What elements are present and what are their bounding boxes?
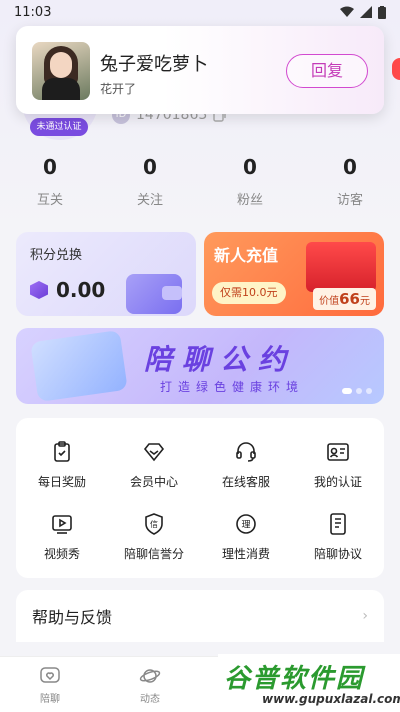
verification-badge: 未通过认证: [30, 118, 88, 136]
heart-chat-icon: [39, 665, 61, 687]
stat-value: 0: [43, 155, 57, 179]
signal-icon: [360, 6, 372, 18]
chat-convention-banner[interactable]: 陪聊公约 打造绿色健康环境: [16, 328, 384, 404]
wallet-clasp: [162, 286, 182, 300]
help-feedback-item[interactable]: 帮助与反馈 ›: [16, 590, 384, 642]
grid-item-daily-reward[interactable]: 每日奖励: [16, 428, 108, 500]
banner-illustration: [30, 330, 128, 402]
recharge-value-tag: 价值66元: [313, 288, 376, 310]
banner-subtitle: 打造绿色健康环境: [160, 380, 305, 394]
points-card-title: 积分兑换: [30, 248, 83, 263]
id-card-icon: [325, 439, 351, 465]
notification-edge-badge: [392, 58, 400, 80]
watermark-title: 谷普软件园: [224, 664, 365, 694]
stat-label: 访客: [336, 193, 363, 208]
grid-item-label: 我的认证: [313, 474, 362, 489]
diamond-icon: [141, 439, 167, 465]
tab-chat[interactable]: 陪聊: [0, 657, 100, 712]
grid-item-my-verification[interactable]: 我的认证: [292, 428, 384, 500]
grid-item-label: 会员中心: [129, 474, 178, 489]
grid-item-label: 陪聊信誉分: [123, 546, 184, 561]
chevron-right-icon: ›: [362, 608, 368, 624]
coin-icon: 理: [233, 511, 259, 537]
points-exchange-card[interactable]: 积分兑换 0.00: [16, 232, 196, 316]
status-icons: [340, 5, 386, 19]
sender-avatar: [32, 42, 90, 100]
help-feedback-label: 帮助与反馈: [32, 608, 113, 627]
notification-message: 花开了: [100, 82, 137, 96]
grid-item-chat-agreement[interactable]: 陪聊协议: [292, 500, 384, 572]
recharge-price: 仅需10.0元: [212, 282, 286, 304]
headset-icon: [233, 439, 259, 465]
gem-icon: [30, 281, 48, 299]
stat-label: 互关: [36, 193, 63, 208]
stat-mutual[interactable]: 0 互关: [0, 155, 100, 208]
tab-label: 陪聊: [40, 693, 60, 705]
pagination-dot: [356, 388, 362, 394]
wifi-icon: [340, 6, 354, 17]
avatar-face: [50, 52, 72, 78]
tab-label: 动态: [140, 693, 160, 705]
banner-title: 陪聊公约: [144, 343, 297, 376]
stat-value: 0: [143, 155, 157, 179]
reply-button[interactable]: 回复: [286, 54, 368, 88]
sender-name: 兔子爱吃萝卜: [100, 54, 208, 75]
grid-item-label: 在线客服: [221, 474, 270, 489]
new-user-recharge-card[interactable]: 新人充值 仅需10.0元 价值66元: [204, 232, 384, 316]
value-prefix: 价值: [319, 296, 340, 307]
recharge-title: 新人充值: [214, 246, 279, 265]
stat-value: 0: [243, 155, 257, 179]
status-time: 11:03: [14, 4, 52, 20]
grid-item-label: 每日奖励: [37, 474, 86, 489]
grid-item-video-show[interactable]: 视频秀: [16, 500, 108, 572]
grid-item-label: 陪聊协议: [313, 546, 362, 561]
clipboard-check-icon: [49, 439, 75, 465]
grid-item-label: 视频秀: [43, 546, 80, 561]
pagination-dot: [366, 388, 372, 394]
stat-fans[interactable]: 0 粉丝: [200, 155, 300, 208]
value-amount: 66: [339, 290, 360, 308]
stats-row: 0 互关 0 关注 0 粉丝 0 访客: [0, 155, 400, 208]
stat-label: 关注: [136, 193, 163, 208]
grid-item-rational-spending[interactable]: 理 理性消费: [200, 500, 292, 572]
grid-item-label: 理性消费: [221, 546, 270, 561]
watermark-url: www.gupuxlazal.com: [262, 692, 400, 706]
points-amount-value: 0.00: [56, 278, 106, 302]
status-bar: 11:03: [0, 0, 400, 24]
battery-icon: [378, 5, 386, 19]
services-grid-card: 每日奖励 会员中心 在线客服 我的认证 视频秀 信 陪聊信誉分 理 理性消费 陪…: [16, 418, 384, 578]
pagination-dot-active: [342, 388, 352, 394]
stat-visitors[interactable]: 0 访客: [300, 155, 400, 208]
stat-label: 粉丝: [236, 193, 263, 208]
points-amount: 0.00: [30, 278, 105, 302]
message-notification[interactable]: 兔子爱吃萝卜 花开了 回复: [16, 26, 384, 114]
value-suffix: 元: [360, 296, 370, 307]
red-envelope-icon: [306, 242, 376, 292]
tab-moments[interactable]: 动态: [100, 657, 200, 712]
stat-following[interactable]: 0 关注: [100, 155, 200, 208]
grid-item-customer-service[interactable]: 在线客服: [200, 428, 292, 500]
site-watermark: 谷普软件园 www.gupuxlazal.com: [218, 654, 400, 712]
video-play-icon: [49, 511, 75, 537]
stat-value: 0: [343, 155, 357, 179]
shield-credit-icon: 信: [141, 511, 167, 537]
svg-text:理: 理: [241, 519, 250, 530]
grid-item-vip-center[interactable]: 会员中心: [108, 428, 200, 500]
document-icon: [325, 511, 351, 537]
svg-text:信: 信: [150, 519, 158, 529]
banner-pagination: [342, 388, 372, 394]
avatar-body: [42, 78, 80, 100]
grid-item-credit-score[interactable]: 信 陪聊信誉分: [108, 500, 200, 572]
planet-icon: [139, 665, 161, 687]
